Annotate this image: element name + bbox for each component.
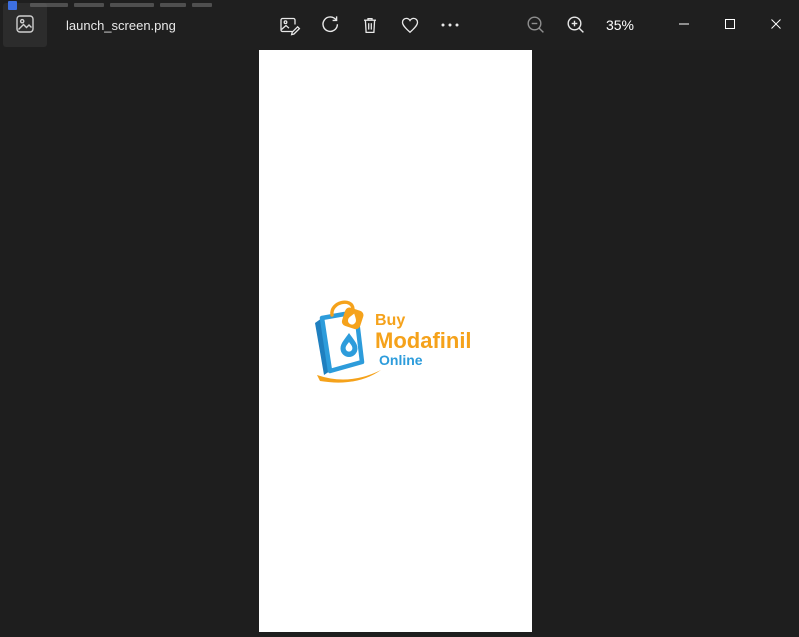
image-viewer: Buy Modafinil Online [0,50,799,637]
close-button[interactable] [753,0,799,50]
zoom-controls: 35% [516,0,644,50]
maximize-icon [724,18,736,33]
maximize-button[interactable] [707,0,753,50]
window-controls [661,0,799,50]
minimize-button[interactable] [661,0,707,50]
shopping-bag-icon [314,300,381,383]
trash-icon [358,13,382,37]
heart-icon [398,13,422,37]
edit-image-button[interactable] [270,0,310,50]
photos-app-button[interactable] [3,3,47,47]
edit-image-icon [278,13,302,37]
buy-modafinil-logo: Buy Modafinil Online [314,300,472,383]
more-button[interactable] [430,0,470,50]
delete-button[interactable] [350,0,390,50]
logo-text-modafinil: Modafinil [375,328,472,353]
favorite-button[interactable] [390,0,430,50]
image-canvas[interactable]: Buy Modafinil Online [259,50,532,632]
zoom-in-icon [564,13,588,37]
zoom-in-button[interactable] [556,0,596,50]
toolbar [270,0,470,50]
minimize-icon [678,18,690,33]
filename-label: launch_screen.png [66,17,176,33]
titlebar: launch_screen.png 35% [0,0,799,50]
logo-text-buy: Buy [375,312,405,329]
zoom-out-icon [524,13,548,37]
photos-app-window: { "window": { "filename": "launch_screen… [0,0,799,637]
logo-wordmark: Buy Modafinil Online [375,312,472,368]
zoom-level-label[interactable]: 35% [596,0,644,50]
ellipsis-icon [438,13,462,37]
close-icon [770,18,782,33]
rotate-button[interactable] [310,0,350,50]
photos-app-icon [13,12,37,39]
rotate-icon [318,13,342,37]
logo-text-online: Online [379,352,423,368]
zoom-out-button[interactable] [516,0,556,50]
